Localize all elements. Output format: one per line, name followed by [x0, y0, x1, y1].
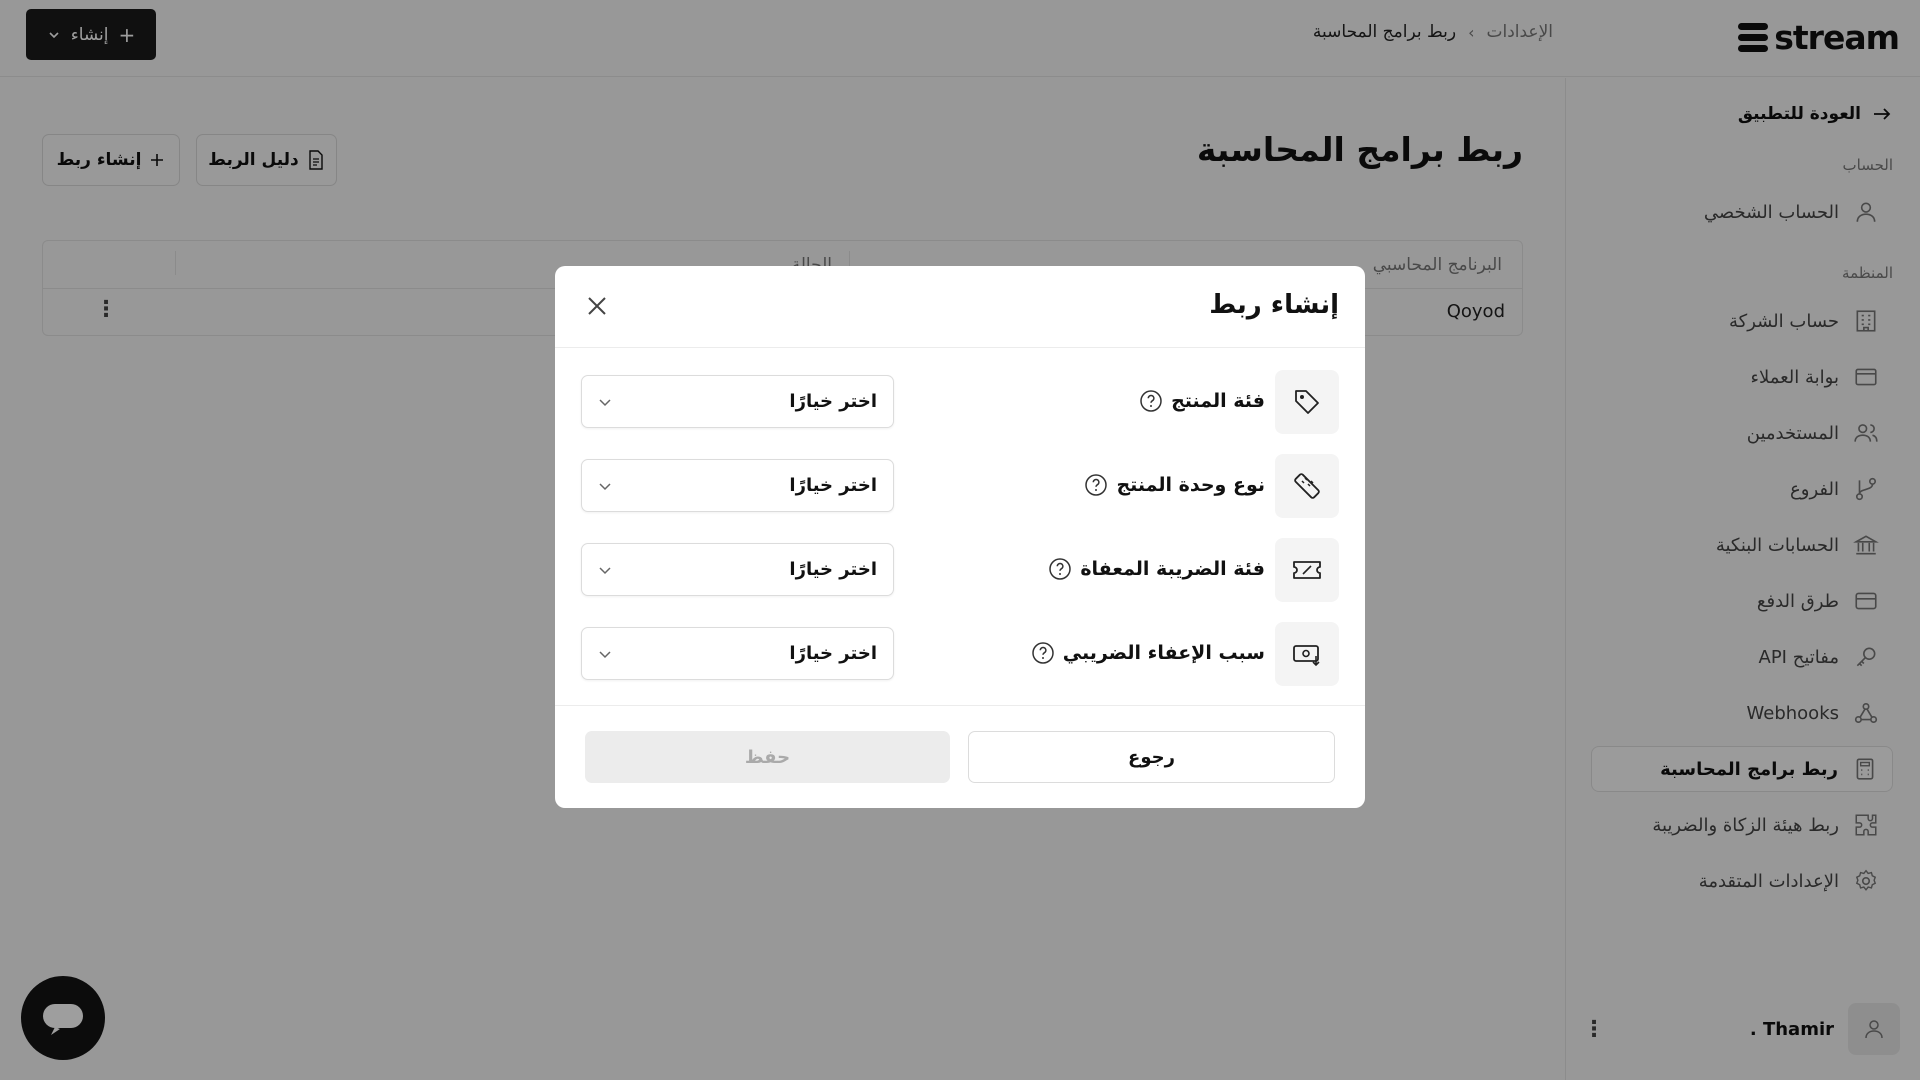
help-icon[interactable]	[1031, 641, 1055, 665]
exempt-tax-category-select[interactable]: اختر خيارًا	[581, 543, 894, 596]
modal-title: إنشاء ربط	[1209, 290, 1339, 320]
modal-header: إنشاء ربط	[555, 266, 1365, 348]
tag-icon	[1275, 370, 1339, 434]
field-label-text: سبب الإعفاء الضريبي	[1062, 642, 1265, 664]
product-unit-type-select[interactable]: اختر خيارًا	[581, 459, 894, 512]
help-icon[interactable]	[1048, 557, 1072, 581]
chevron-down-icon	[599, 482, 611, 490]
help-icon[interactable]	[1084, 473, 1108, 497]
save-button-disabled[interactable]: حفظ	[585, 731, 950, 783]
product-category-select[interactable]: اختر خيارًا	[581, 375, 894, 428]
chevron-down-icon	[599, 566, 611, 574]
select-value: اختر خيارًا	[789, 559, 877, 580]
field-product-unit-type: نوع وحدة المنتج اختر خيارًا	[555, 454, 1365, 518]
create-link-modal: إنشاء ربط فئة المنتج اختر خيارًا نوع وحد…	[555, 266, 1365, 808]
cash-receive-icon	[1275, 622, 1339, 686]
modal-footer: رجوع حفظ	[555, 705, 1365, 808]
field-product-category: فئة المنتج اختر خيارًا	[555, 370, 1365, 434]
ruler-icon	[1275, 454, 1339, 518]
field-exempt-tax-category: فئة الضريبة المعفاة اختر خيارًا	[555, 538, 1365, 602]
help-icon[interactable]	[1139, 389, 1163, 413]
chevron-down-icon	[599, 398, 611, 406]
field-label: سبب الإعفاء الضريبي	[1031, 641, 1265, 665]
back-button[interactable]: رجوع	[968, 731, 1335, 783]
field-label-text: نوع وحدة المنتج	[1116, 474, 1265, 496]
tax-exemption-reason-select[interactable]: اختر خيارًا	[581, 627, 894, 680]
field-label: فئة الضريبة المعفاة	[1048, 557, 1265, 581]
field-label: نوع وحدة المنتج	[1084, 473, 1265, 497]
close-icon[interactable]	[583, 292, 611, 320]
field-label-text: فئة الضريبة المعفاة	[1080, 558, 1265, 580]
select-value: اختر خيارًا	[789, 391, 877, 412]
field-tax-exemption-reason: سبب الإعفاء الضريبي اختر خيارًا	[555, 622, 1365, 686]
field-label-text: فئة المنتج	[1171, 390, 1265, 412]
select-value: اختر خيارًا	[789, 475, 877, 496]
chevron-down-icon	[599, 650, 611, 658]
ticket-icon	[1275, 538, 1339, 602]
field-label: فئة المنتج	[1139, 389, 1265, 413]
select-value: اختر خيارًا	[789, 643, 877, 664]
